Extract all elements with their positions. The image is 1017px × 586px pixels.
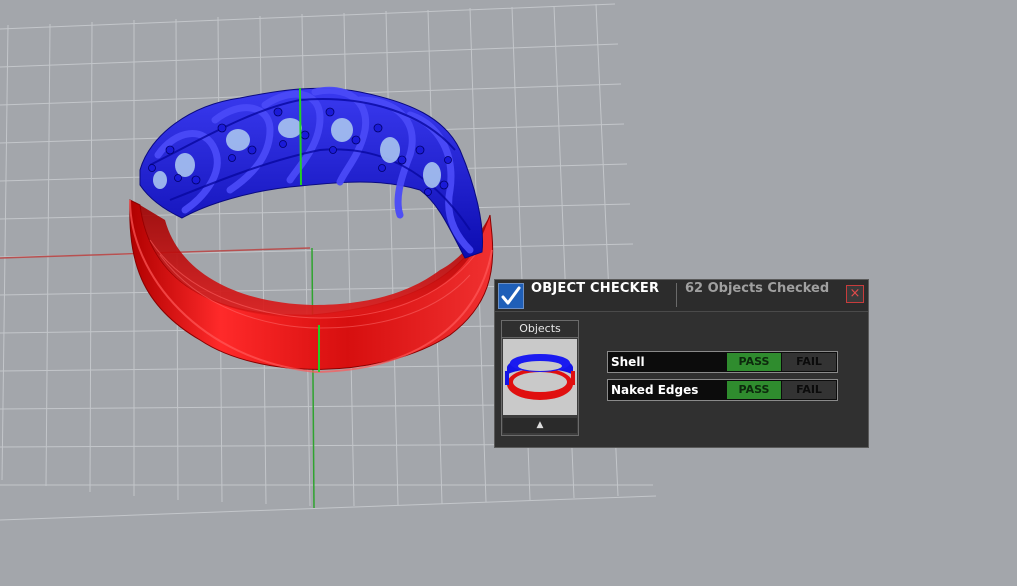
shell-pass-button[interactable]: PASS	[727, 353, 781, 371]
check-row-naked-edges: Naked Edges PASS FAIL	[607, 379, 838, 401]
check-label-naked-edges: Naked Edges	[611, 383, 699, 397]
check-row-shell: Shell PASS FAIL	[607, 351, 838, 373]
ring-model[interactable]	[129, 86, 494, 374]
checker-title-bar[interactable]: OBJECT CHECKER 62 Objects Checked ×	[495, 280, 868, 312]
up-arrow-icon[interactable]: ▲	[503, 418, 577, 433]
title-divider	[676, 283, 677, 307]
naked-edges-pass-button[interactable]: PASS	[727, 381, 781, 399]
object-checker-panel: OBJECT CHECKER 62 Objects Checked × Obje…	[494, 279, 869, 448]
objects-preview: Objects ▲	[501, 320, 579, 436]
objects-thumbnail[interactable]	[503, 339, 577, 415]
close-icon[interactable]: ×	[846, 285, 864, 303]
objects-checked-count: 62 Objects Checked	[685, 281, 830, 296]
objects-label: Objects	[502, 321, 578, 338]
y-axis-line	[311, 247, 315, 509]
naked-edges-fail-button[interactable]: FAIL	[782, 381, 836, 399]
check-icon	[498, 283, 524, 309]
check-label-shell: Shell	[611, 355, 645, 369]
checker-title: OBJECT CHECKER	[531, 281, 660, 296]
shell-fail-button[interactable]: FAIL	[782, 353, 836, 371]
